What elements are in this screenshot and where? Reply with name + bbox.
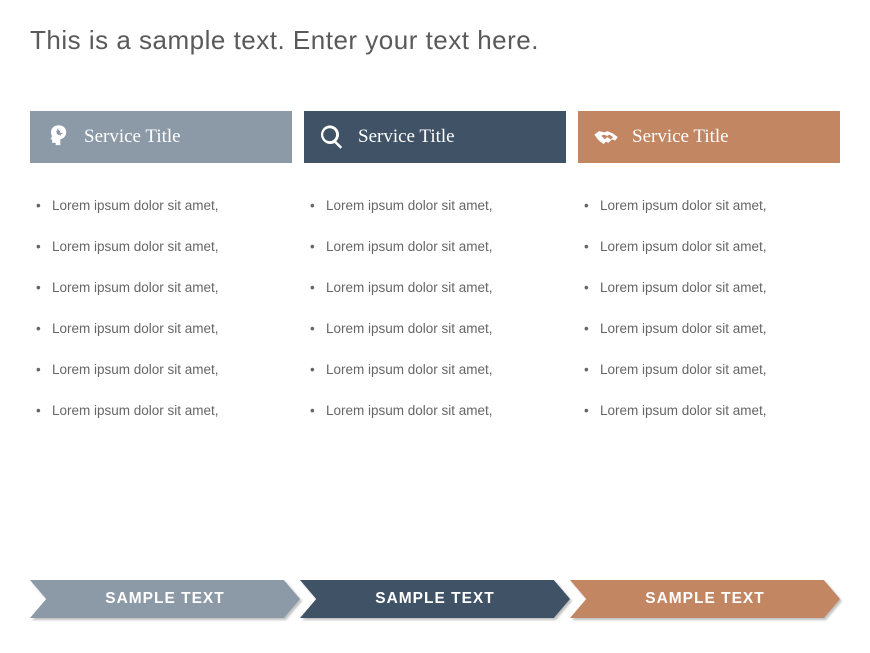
service-header-3: Service Title	[578, 111, 840, 163]
service-bullets-1: Lorem ipsum dolor sit amet, Lorem ipsum …	[30, 163, 292, 431]
list-item: Lorem ipsum dolor sit amet,	[308, 267, 562, 308]
list-item: Lorem ipsum dolor sit amet,	[308, 226, 562, 267]
list-item: Lorem ipsum dolor sit amet,	[582, 226, 836, 267]
list-item: Lorem ipsum dolor sit amet,	[582, 185, 836, 226]
arrow-3-label: SAMPLE TEXT	[645, 590, 765, 608]
arrow-row: SAMPLE TEXT SAMPLE TEXT SAMPLE TEXT	[30, 580, 840, 618]
service-column-2: Service Title Lorem ipsum dolor sit amet…	[304, 111, 566, 431]
list-item: Lorem ipsum dolor sit amet,	[308, 349, 562, 390]
service-header-2-label: Service Title	[358, 126, 455, 148]
list-item: Lorem ipsum dolor sit amet,	[582, 267, 836, 308]
service-columns: Service Title Lorem ipsum dolor sit amet…	[30, 111, 840, 431]
service-column-1: Service Title Lorem ipsum dolor sit amet…	[30, 111, 292, 431]
arrow-1: SAMPLE TEXT	[30, 580, 300, 618]
service-column-3: Service Title Lorem ipsum dolor sit amet…	[578, 111, 840, 431]
arrow-3: SAMPLE TEXT	[570, 580, 840, 618]
list-item: Lorem ipsum dolor sit amet,	[34, 226, 288, 267]
search-icon	[318, 123, 346, 151]
service-header-1: Service Title	[30, 111, 292, 163]
page-title: This is a sample text. Enter your text h…	[30, 25, 840, 56]
service-header-2: Service Title	[304, 111, 566, 163]
list-item: Lorem ipsum dolor sit amet,	[34, 267, 288, 308]
handshake-icon	[592, 123, 620, 151]
service-bullets-3: Lorem ipsum dolor sit amet, Lorem ipsum …	[578, 163, 840, 431]
list-item: Lorem ipsum dolor sit amet,	[308, 390, 562, 431]
list-item: Lorem ipsum dolor sit amet,	[308, 308, 562, 349]
service-bullets-2: Lorem ipsum dolor sit amet, Lorem ipsum …	[304, 163, 566, 431]
list-item: Lorem ipsum dolor sit amet,	[34, 308, 288, 349]
list-item: Lorem ipsum dolor sit amet,	[582, 308, 836, 349]
list-item: Lorem ipsum dolor sit amet,	[34, 185, 288, 226]
arrow-1-label: SAMPLE TEXT	[105, 590, 225, 608]
service-header-1-label: Service Title	[84, 126, 181, 148]
service-header-3-label: Service Title	[632, 126, 729, 148]
arrow-2-label: SAMPLE TEXT	[375, 590, 495, 608]
arrow-2: SAMPLE TEXT	[300, 580, 570, 618]
list-item: Lorem ipsum dolor sit amet,	[582, 390, 836, 431]
list-item: Lorem ipsum dolor sit amet,	[582, 349, 836, 390]
list-item: Lorem ipsum dolor sit amet,	[34, 349, 288, 390]
list-item: Lorem ipsum dolor sit amet,	[34, 390, 288, 431]
list-item: Lorem ipsum dolor sit amet,	[308, 185, 562, 226]
head-gear-icon	[44, 123, 72, 151]
